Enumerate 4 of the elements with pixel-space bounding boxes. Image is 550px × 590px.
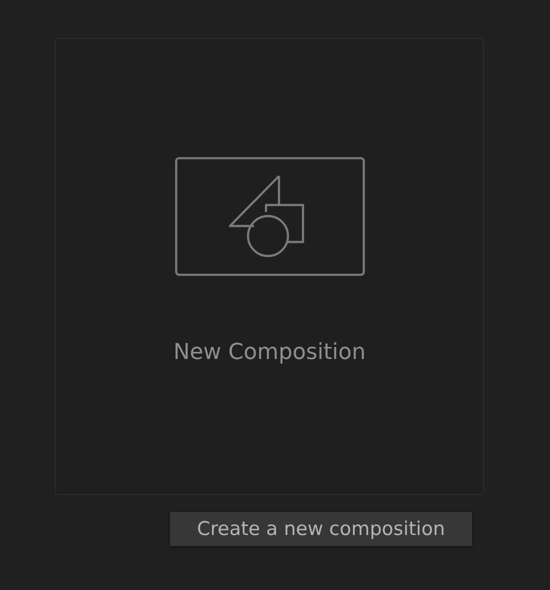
card-label: New Composition bbox=[173, 340, 366, 365]
new-composition-card[interactable]: New Composition bbox=[55, 38, 484, 495]
composition-icon bbox=[174, 157, 364, 276]
tooltip: Create a new composition bbox=[170, 512, 472, 546]
